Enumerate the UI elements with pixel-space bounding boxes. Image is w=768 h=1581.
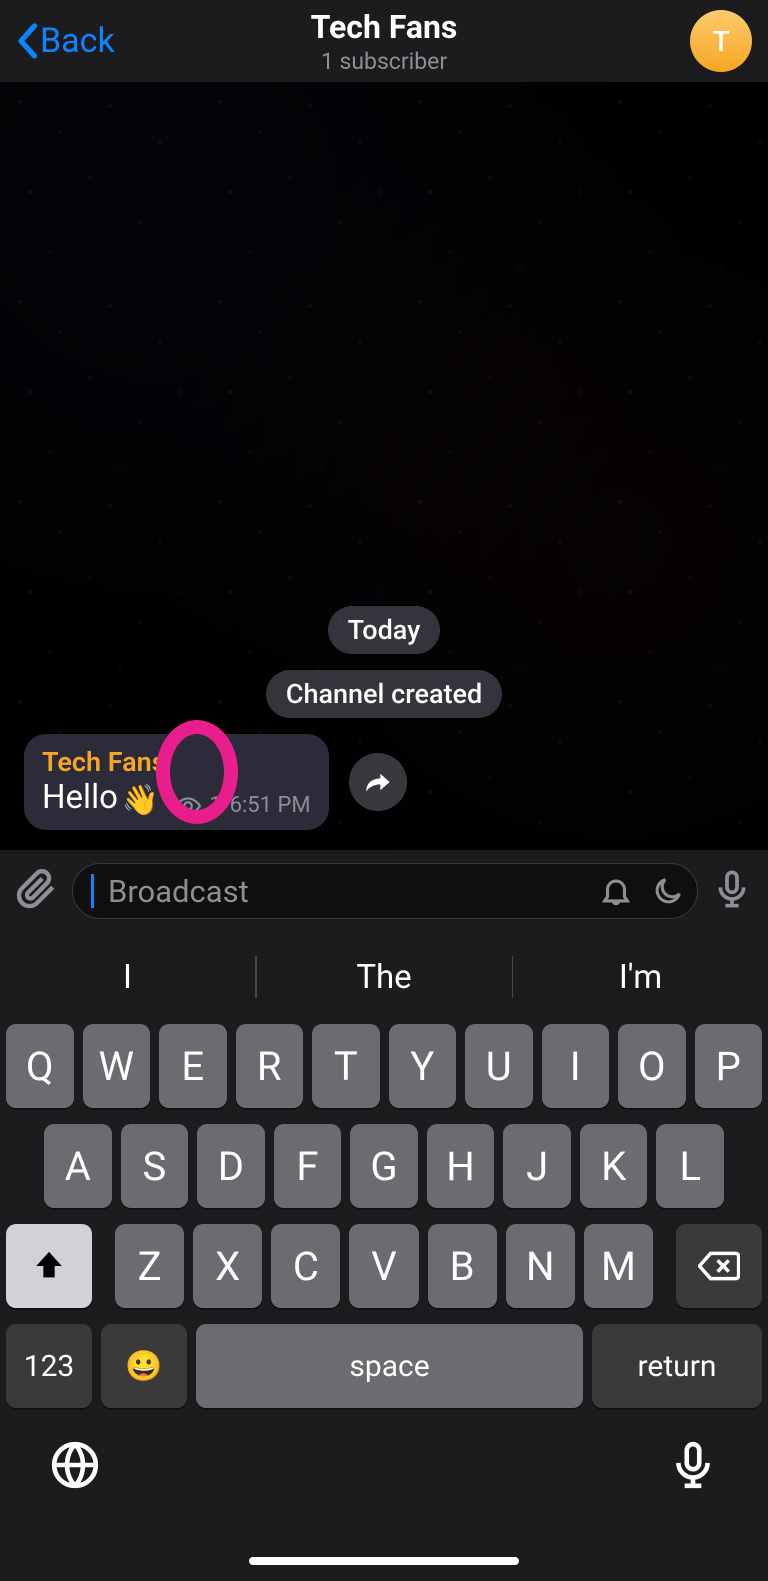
key-b[interactable]: B: [428, 1224, 497, 1308]
key-k[interactable]: K: [580, 1124, 648, 1208]
share-arrow-icon: [364, 768, 392, 796]
key-numbers[interactable]: 123: [6, 1324, 92, 1408]
back-label: Back: [40, 21, 115, 61]
suggestion-row: I The I'm: [0, 940, 768, 1014]
system-message: Channel created: [266, 670, 502, 718]
key-t[interactable]: T: [312, 1024, 380, 1108]
key-j[interactable]: J: [503, 1124, 571, 1208]
suggestion-3[interactable]: I'm: [513, 958, 768, 997]
key-o[interactable]: O: [618, 1024, 686, 1108]
message-views: 1: [209, 793, 221, 818]
input-bar: Broadcast: [0, 850, 768, 932]
suggestion-1[interactable]: I: [0, 958, 255, 997]
microphone-icon: [668, 1440, 718, 1490]
message-sender: Tech Fans: [42, 746, 311, 778]
message-text: Hello: [42, 778, 118, 817]
key-h[interactable]: H: [427, 1124, 495, 1208]
microphone-icon: [712, 869, 752, 909]
message-meta: 1 6:51 PM: [175, 793, 310, 818]
globe-button[interactable]: [50, 1440, 100, 1494]
channel-avatar[interactable]: T: [690, 10, 752, 72]
backspace-icon: [698, 1250, 740, 1282]
key-s[interactable]: S: [121, 1124, 189, 1208]
globe-icon: [50, 1440, 100, 1490]
message-time: 6:51 PM: [230, 793, 311, 818]
channel-subtitle: 1 subscriber: [311, 48, 458, 75]
header-title-wrap[interactable]: Tech Fans 1 subscriber: [311, 8, 458, 75]
key-row-4: 123 😀 space return: [6, 1324, 762, 1408]
attach-button[interactable]: [16, 868, 58, 914]
key-emoji[interactable]: 😀: [101, 1324, 187, 1408]
voice-message-button[interactable]: [712, 869, 752, 913]
key-l[interactable]: L: [656, 1124, 724, 1208]
silent-bell-icon[interactable]: [599, 874, 633, 908]
key-v[interactable]: V: [349, 1224, 418, 1308]
paperclip-icon: [16, 868, 58, 910]
text-cursor: [91, 874, 94, 908]
key-z[interactable]: Z: [115, 1224, 184, 1308]
key-n[interactable]: N: [506, 1224, 575, 1308]
key-y[interactable]: Y: [389, 1024, 457, 1108]
chevron-left-icon: [16, 23, 38, 59]
channel-title: Tech Fans: [311, 8, 458, 46]
key-q[interactable]: Q: [6, 1024, 74, 1108]
keyboard-bottom-row: [0, 1424, 768, 1544]
key-f[interactable]: F: [274, 1124, 342, 1208]
key-c[interactable]: C: [271, 1224, 340, 1308]
key-u[interactable]: U: [465, 1024, 533, 1108]
input-placeholder: Broadcast: [108, 873, 589, 910]
key-a[interactable]: A: [44, 1124, 112, 1208]
back-button[interactable]: Back: [16, 21, 115, 61]
key-w[interactable]: W: [83, 1024, 151, 1108]
key-row-3: Z X C V B N M: [6, 1224, 762, 1308]
share-button[interactable]: [349, 753, 407, 811]
suggestion-2[interactable]: The: [257, 958, 512, 997]
schedule-moon-icon[interactable]: [651, 874, 685, 908]
views-icon: [175, 797, 201, 815]
message-bubble[interactable]: Tech Fans Hello 👋 1 6:51 PM: [24, 734, 329, 830]
key-shift[interactable]: [6, 1224, 92, 1308]
home-indicator[interactable]: [249, 1557, 519, 1565]
chat-header: Back Tech Fans 1 subscriber T: [0, 0, 768, 82]
chat-area: Today Channel created Tech Fans Hello 👋 …: [0, 82, 768, 850]
key-d[interactable]: D: [197, 1124, 265, 1208]
key-e[interactable]: E: [159, 1024, 227, 1108]
shift-icon: [32, 1249, 66, 1283]
key-space[interactable]: space: [196, 1324, 583, 1408]
key-return[interactable]: return: [592, 1324, 762, 1408]
key-i[interactable]: I: [542, 1024, 610, 1108]
wave-emoji: 👋: [122, 783, 159, 818]
dictation-button[interactable]: [668, 1440, 718, 1494]
key-m[interactable]: M: [584, 1224, 653, 1308]
date-separator[interactable]: Today: [328, 606, 441, 654]
avatar-letter: T: [712, 25, 729, 58]
message-input[interactable]: Broadcast: [72, 863, 698, 919]
key-backspace[interactable]: [676, 1224, 762, 1308]
key-row-2: A S D F G H J K L: [6, 1124, 762, 1208]
message-row: Tech Fans Hello 👋 1 6:51 PM: [0, 734, 768, 830]
keyboard: I The I'm Q W E R T Y U I O P A S D F G …: [0, 932, 768, 1581]
key-g[interactable]: G: [350, 1124, 418, 1208]
key-row-1: Q W E R T Y U I O P: [6, 1024, 762, 1108]
key-p[interactable]: P: [695, 1024, 763, 1108]
key-r[interactable]: R: [236, 1024, 304, 1108]
key-x[interactable]: X: [193, 1224, 262, 1308]
